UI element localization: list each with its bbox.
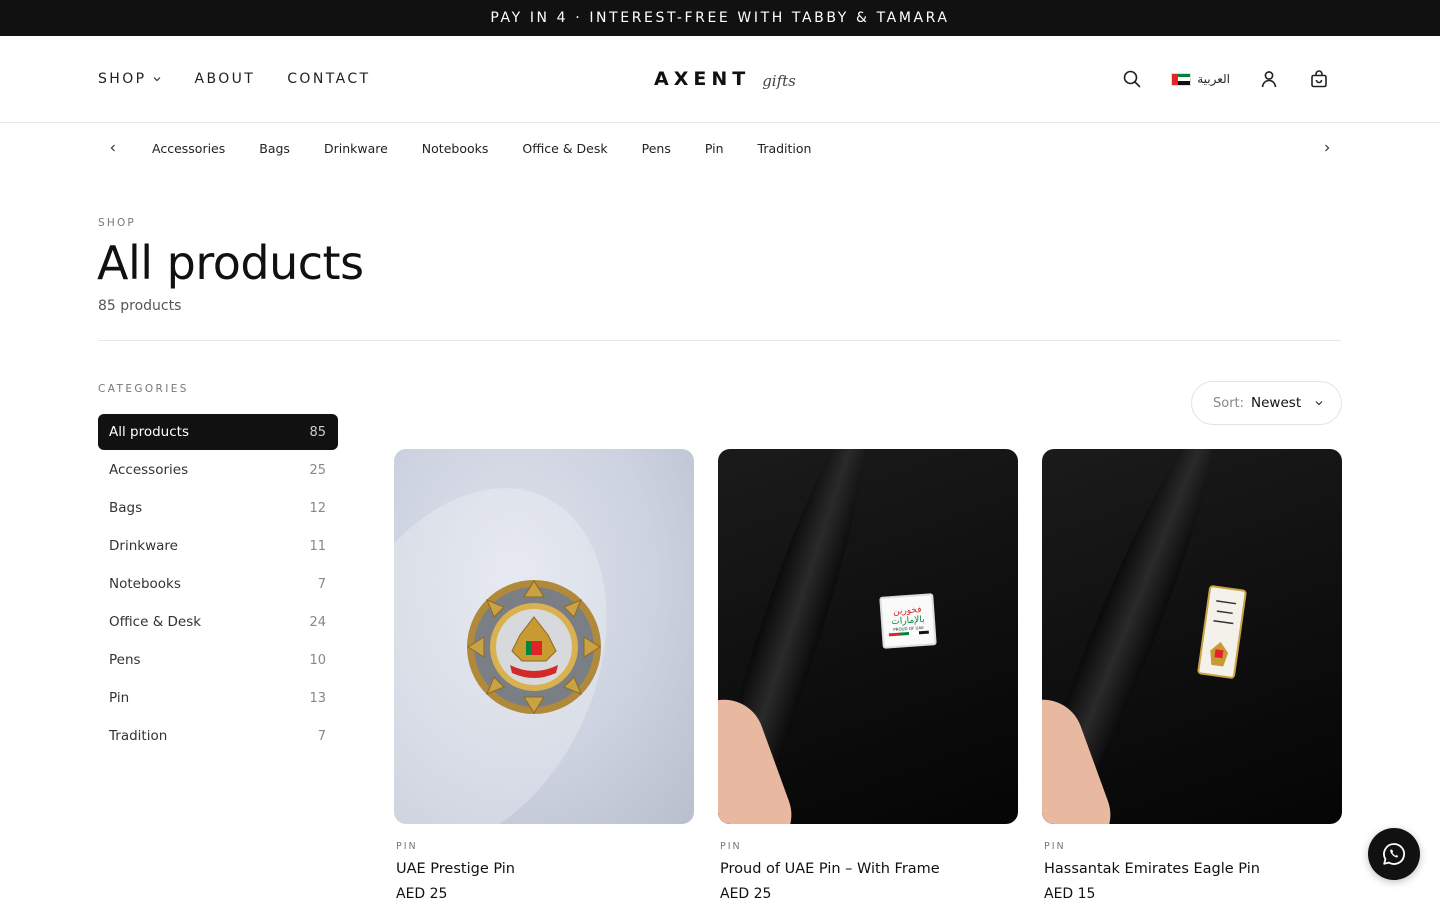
category-link-pens[interactable]: Pens xyxy=(642,141,671,156)
sidebar-item-pens[interactable]: Pens 10 xyxy=(98,642,338,678)
sidebar-item-office-desk[interactable]: Office & Desk 24 xyxy=(98,604,338,640)
category-carousel: Accessories Bags Drinkware Notebooks Off… xyxy=(0,123,1440,173)
sidebar-item-label: Pin xyxy=(109,690,130,706)
eagle-pin-illustration xyxy=(1197,585,1247,679)
sidebar-item-label: All products xyxy=(109,424,189,440)
divider xyxy=(98,340,1341,341)
proud-pin-illustration: فخورين بالإمارات PROUD OF UAE xyxy=(879,593,937,649)
product-card: فخورين بالإمارات PROUD OF UAE PIN Proud … xyxy=(718,449,1018,900)
nav-about-label: ABOUT xyxy=(194,71,256,87)
category-link-pin[interactable]: Pin xyxy=(705,141,724,156)
breadcrumb: SHOP xyxy=(98,217,136,229)
sidebar-heading: CATEGORIES xyxy=(98,383,189,395)
sidebar-item-count: 7 xyxy=(317,728,326,744)
sidebar-item-label: Office & Desk xyxy=(109,614,202,630)
nav-shop[interactable]: SHOP xyxy=(98,71,162,87)
sidebar-item-bags[interactable]: Bags 12 xyxy=(98,490,338,526)
chevron-right-icon xyxy=(1325,144,1330,152)
product-category: PIN xyxy=(720,841,742,852)
search-button[interactable] xyxy=(1121,68,1143,90)
product-image[interactable] xyxy=(394,449,694,824)
whatsapp-icon xyxy=(1383,843,1405,865)
sidebar-item-count: 10 xyxy=(309,652,326,668)
sidebar-item-count: 12 xyxy=(309,500,326,516)
product-category: PIN xyxy=(1044,841,1066,852)
sidebar-item-all-products[interactable]: All products 85 xyxy=(98,414,338,450)
account-button[interactable] xyxy=(1258,68,1280,90)
sidebar-item-label: Bags xyxy=(109,500,143,516)
sidebar-item-count: 25 xyxy=(309,462,326,478)
sidebar-item-label: Notebooks xyxy=(109,576,181,592)
product-price: AED 15 xyxy=(1044,886,1096,900)
main-nav: SHOP ABOUT CONTACT xyxy=(98,36,370,122)
sort-label: Sort: xyxy=(1213,395,1245,411)
sidebar-item-label: Accessories xyxy=(109,462,189,478)
sort-dropdown[interactable]: Sort: Newest xyxy=(1191,381,1342,425)
product-card: PIN Hassantak Emirates Eagle Pin AED 15 xyxy=(1042,449,1342,900)
page-title: All products xyxy=(97,236,364,290)
sidebar-item-count: 85 xyxy=(309,424,326,440)
chevron-left-icon xyxy=(110,144,115,152)
category-link-tradition[interactable]: Tradition xyxy=(758,141,812,156)
product-price: AED 25 xyxy=(720,886,772,900)
sort-value: Newest xyxy=(1251,395,1302,411)
sidebar-item-count: 11 xyxy=(309,538,326,554)
product-name[interactable]: Hassantak Emirates Eagle Pin xyxy=(1044,861,1342,877)
product-image[interactable]: فخورين بالإمارات PROUD OF UAE xyxy=(718,449,1018,824)
product-name[interactable]: Proud of UAE Pin – With Frame xyxy=(720,861,1018,877)
product-category: PIN xyxy=(396,841,418,852)
carousel-prev-button[interactable] xyxy=(103,138,123,158)
shopping-bag-icon xyxy=(1311,70,1327,88)
sidebar-item-drinkware[interactable]: Drinkware 11 xyxy=(98,528,338,564)
sidebar-item-accessories[interactable]: Accessories 25 xyxy=(98,452,338,488)
site-logo[interactable]: AXENT gifts xyxy=(654,36,796,122)
product-count: 85 products xyxy=(98,298,182,314)
header-actions: العربية xyxy=(1121,36,1330,122)
logo-wordmark: AXENT xyxy=(654,68,751,90)
category-links: Accessories Bags Drinkware Notebooks Off… xyxy=(152,123,811,173)
sidebar-item-count: 24 xyxy=(309,614,326,630)
logo-tagline: gifts xyxy=(762,71,796,90)
sidebar-item-tradition[interactable]: Tradition 7 xyxy=(98,718,338,754)
product-image[interactable] xyxy=(1042,449,1342,824)
nav-contact[interactable]: CONTACT xyxy=(287,71,370,87)
uae-flag-icon xyxy=(1171,72,1192,86)
language-label: العربية xyxy=(1197,72,1230,86)
category-link-accessories[interactable]: Accessories xyxy=(152,141,225,156)
chevron-down-icon xyxy=(154,77,161,82)
nav-shop-label: SHOP xyxy=(98,71,147,87)
user-icon xyxy=(1261,71,1277,88)
category-link-drinkware[interactable]: Drinkware xyxy=(324,141,388,156)
sidebar-item-count: 7 xyxy=(317,576,326,592)
sidebar-item-label: Tradition xyxy=(109,728,168,744)
sidebar-item-notebooks[interactable]: Notebooks 7 xyxy=(98,566,338,602)
category-sidebar: All products 85 Accessories 25 Bags 12 Drin… xyxy=(98,414,338,756)
category-link-bags[interactable]: Bags xyxy=(259,141,290,156)
product-price: AED 25 xyxy=(396,886,448,900)
announcement-bar: PAY IN 4 · INTEREST-FREE WITH TABBY & TA… xyxy=(0,0,1440,36)
sidebar-item-pin[interactable]: Pin 13 xyxy=(98,680,338,716)
sidebar-item-label: Drinkware xyxy=(109,538,178,554)
announcement-text: PAY IN 4 · INTEREST-FREE WITH TABBY & TA… xyxy=(490,10,950,26)
category-link-notebooks[interactable]: Notebooks xyxy=(422,141,489,156)
language-switcher[interactable]: العربية xyxy=(1171,72,1230,86)
product-card: PIN UAE Prestige Pin AED 25 xyxy=(394,449,694,900)
nav-contact-label: CONTACT xyxy=(287,71,371,87)
whatsapp-chat-button[interactable] xyxy=(1368,828,1420,880)
cart-button[interactable] xyxy=(1308,68,1330,90)
carousel-next-button[interactable] xyxy=(1317,138,1337,158)
category-link-office-desk[interactable]: Office & Desk xyxy=(522,141,607,156)
sidebar-item-count: 13 xyxy=(309,690,326,706)
prestige-pin-illustration xyxy=(467,580,601,714)
chevron-down-icon xyxy=(1315,401,1323,406)
product-name[interactable]: UAE Prestige Pin xyxy=(396,861,694,877)
sidebar-item-label: Pens xyxy=(109,652,141,668)
search-icon xyxy=(1123,70,1141,88)
nav-about[interactable]: ABOUT xyxy=(194,71,255,87)
site-header: SHOP ABOUT CONTACT AXENT gifts العربية xyxy=(0,36,1440,123)
